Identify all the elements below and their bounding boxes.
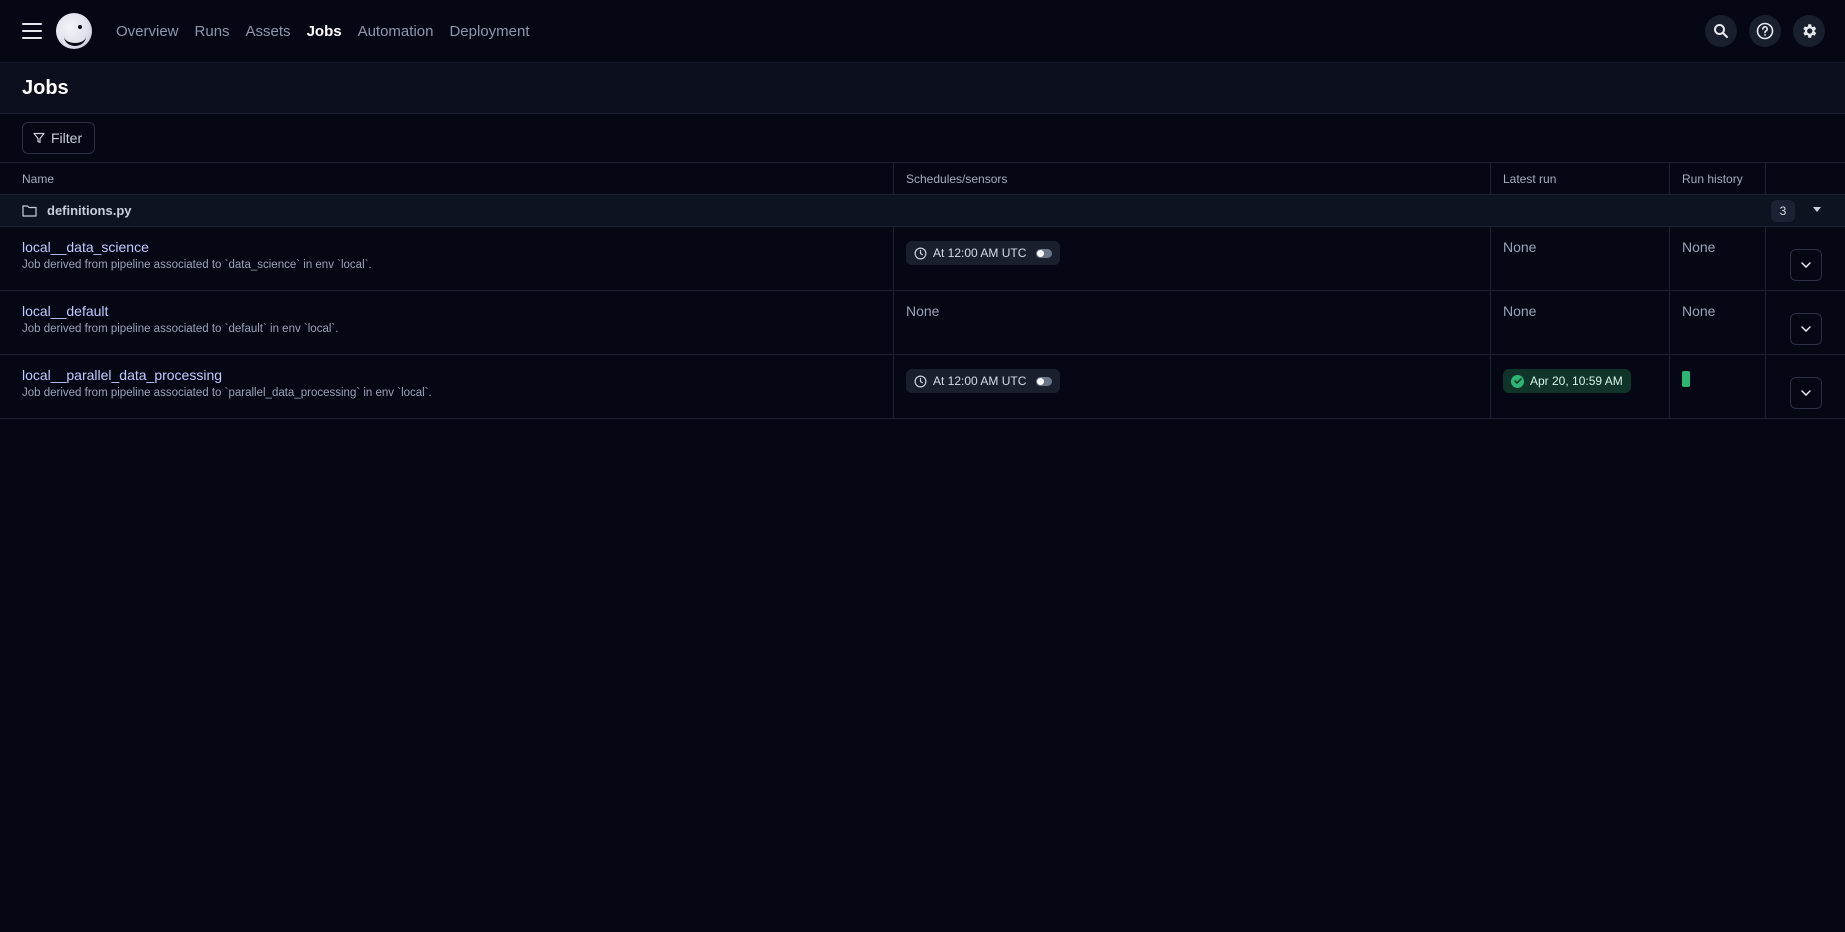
- latest-run-cell: None: [1491, 227, 1670, 290]
- chevron-down-icon[interactable]: [1813, 207, 1821, 212]
- job-link[interactable]: local__default: [22, 303, 881, 319]
- success-check-icon: [1511, 374, 1524, 388]
- job-name-cell: local__default Job derived from pipeline…: [0, 291, 894, 354]
- schedule-label: At 12:00 AM UTC: [933, 246, 1027, 260]
- schedule-label: At 12:00 AM UTC: [933, 374, 1027, 388]
- column-header-run-history: Run history: [1670, 163, 1766, 194]
- run-history-cell: [1670, 355, 1766, 418]
- actions-cell: [1766, 227, 1845, 290]
- chevron-down-icon: [1800, 262, 1811, 268]
- help-icon: [1756, 22, 1774, 40]
- table-header-row: Name Schedules/sensors Latest run Run hi…: [0, 163, 1845, 195]
- chevron-down-icon: [1800, 390, 1811, 396]
- nav-jobs[interactable]: Jobs: [307, 23, 342, 40]
- filter-bar: Filter: [0, 114, 1845, 162]
- run-history-cell: None: [1670, 291, 1766, 354]
- row-actions-button[interactable]: [1789, 377, 1822, 409]
- nav-runs[interactable]: Runs: [195, 23, 230, 40]
- run-history-value: None: [1682, 239, 1716, 255]
- clock-icon: [914, 247, 927, 259]
- schedule-toggle[interactable]: [1036, 376, 1053, 386]
- search-icon: [1714, 24, 1728, 38]
- table-row: local__data_science Job derived from pip…: [0, 227, 1845, 291]
- latest-run-value: None: [1503, 303, 1537, 319]
- chevron-down-icon: [1800, 326, 1811, 332]
- nav-automation[interactable]: Automation: [358, 23, 434, 40]
- group-name: definitions.py: [47, 203, 132, 218]
- column-header-schedules: Schedules/sensors: [894, 163, 1491, 194]
- schedule-cell: None: [894, 291, 1491, 354]
- jobs-table: Name Schedules/sensors Latest run Run hi…: [0, 162, 1845, 419]
- run-history-bar[interactable]: [1682, 371, 1690, 387]
- clock-icon: [914, 375, 927, 387]
- hamburger-menu-icon[interactable]: [22, 23, 42, 39]
- row-actions-button[interactable]: [1789, 313, 1822, 345]
- schedule-cell: At 12:00 AM UTC: [894, 355, 1491, 418]
- job-description: Job derived from pipeline associated to …: [22, 259, 372, 271]
- gear-icon: [1803, 24, 1817, 38]
- schedule-toggle[interactable]: [1036, 248, 1053, 258]
- job-link[interactable]: local__data_science: [22, 239, 881, 255]
- schedule-tag[interactable]: At 12:00 AM UTC: [906, 369, 1061, 393]
- table-row: local__default Job derived from pipeline…: [0, 291, 1845, 355]
- schedule-value: None: [906, 303, 940, 319]
- actions-cell: [1766, 291, 1845, 354]
- column-header-latest-run: Latest run: [1491, 163, 1670, 194]
- latest-run-label: Apr 20, 10:59 AM: [1530, 374, 1623, 388]
- search-button[interactable]: [1705, 15, 1737, 47]
- latest-run-cell: Apr 20, 10:59 AM: [1491, 355, 1670, 418]
- folder-icon: [22, 205, 37, 217]
- run-history-cell: None: [1670, 227, 1766, 290]
- column-header-name: Name: [0, 163, 894, 194]
- nav-deployment[interactable]: Deployment: [449, 23, 529, 40]
- repository-group-row[interactable]: definitions.py 3: [0, 195, 1845, 227]
- job-name-cell: local__parallel_data_processing Job deri…: [0, 355, 894, 418]
- group-count-badge: 3: [1771, 200, 1795, 222]
- column-header-actions: [1766, 163, 1845, 194]
- latest-run-value: None: [1503, 239, 1537, 255]
- latest-run-tag[interactable]: Apr 20, 10:59 AM: [1503, 369, 1631, 393]
- filter-icon: [33, 132, 45, 144]
- schedule-tag[interactable]: At 12:00 AM UTC: [906, 241, 1061, 265]
- settings-button[interactable]: [1793, 15, 1825, 47]
- run-history-value: None: [1682, 303, 1716, 319]
- latest-run-cell: None: [1491, 291, 1670, 354]
- top-nav-bar: Overview Runs Assets Jobs Automation Dep…: [0, 0, 1845, 62]
- page-header: Jobs: [0, 62, 1845, 114]
- help-button[interactable]: [1749, 15, 1781, 47]
- top-actions: [1705, 15, 1825, 47]
- job-name-cell: local__data_science Job derived from pip…: [0, 227, 894, 290]
- app-logo[interactable]: [56, 13, 92, 49]
- nav-overview[interactable]: Overview: [116, 23, 179, 40]
- actions-cell: [1766, 355, 1845, 418]
- table-row: local__parallel_data_processing Job deri…: [0, 355, 1845, 419]
- job-description: Job derived from pipeline associated to …: [22, 323, 339, 335]
- job-description: Job derived from pipeline associated to …: [22, 387, 432, 399]
- page-title: Jobs: [22, 76, 69, 99]
- row-actions-button[interactable]: [1789, 249, 1822, 281]
- filter-button[interactable]: Filter: [22, 122, 96, 154]
- schedule-cell: At 12:00 AM UTC: [894, 227, 1491, 290]
- job-link[interactable]: local__parallel_data_processing: [22, 367, 881, 383]
- nav-assets[interactable]: Assets: [246, 23, 291, 40]
- filter-label: Filter: [51, 130, 83, 146]
- main-nav: Overview Runs Assets Jobs Automation Dep…: [116, 23, 530, 40]
